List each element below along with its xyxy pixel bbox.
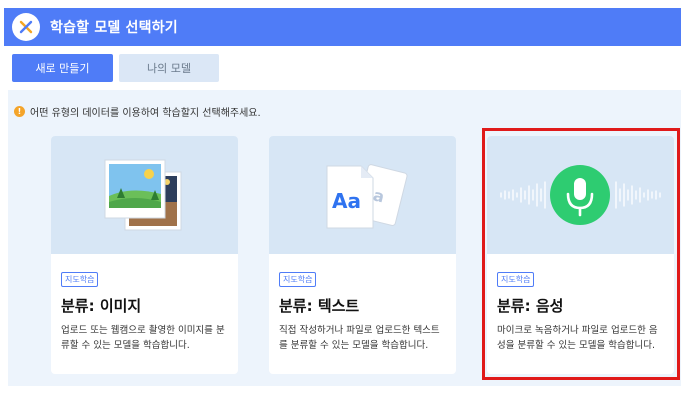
badge-supervised: 지도학습: [61, 272, 99, 287]
card-text-classification[interactable]: a Aa 지도학습 분류: 텍스트 직접 작성하거나 파일로 업로드한 텍스트를…: [269, 136, 456, 374]
card-title: 분류: 이미지: [61, 297, 142, 315]
card-text-illustration: a Aa: [269, 136, 456, 254]
card-audio-illustration: [487, 136, 674, 254]
text-icon-label: Aa: [332, 189, 361, 213]
image-photos-icon: [104, 159, 182, 231]
text-document-icon: a Aa: [326, 164, 408, 229]
header-bar: 학습할 모델 선택하기: [4, 8, 681, 46]
tab-bar: 새로 만들기 나의 모델: [12, 54, 219, 82]
card-description: 업로드 또는 웹캠으로 촬영한 이미지를 분류할 수 있는 모델을 학습합니다.: [61, 325, 225, 351]
badge-supervised: 지도학습: [497, 272, 535, 287]
card-title: 분류: 텍스트: [279, 297, 360, 315]
badge-supervised: 지도학습: [279, 272, 317, 287]
card-title: 분류: 음성: [497, 297, 564, 315]
card-image-classification[interactable]: 지도학습 분류: 이미지 업로드 또는 웹캠으로 촬영한 이미지를 분류할 수 …: [51, 136, 238, 374]
card-image-illustration: [51, 136, 238, 254]
tab-new-model[interactable]: 새로 만들기: [12, 54, 113, 82]
microphone-icon: [500, 165, 661, 225]
card-description: 직접 작성하거나 파일로 업로드한 텍스트를 분류할 수 있는 모델을 학습합니…: [279, 325, 440, 351]
close-icon: [19, 20, 33, 34]
page-title: 학습할 모델 선택하기: [50, 20, 178, 36]
card-audio-classification[interactable]: 지도학습 분류: 음성 마이크로 녹음하거나 파일로 업로드한 음성을 분류할 …: [487, 136, 674, 374]
notice-text: 어떤 유형의 데이터를 이용하여 학습할지 선택해주세요.: [30, 108, 261, 119]
tab-my-models[interactable]: 나의 모델: [119, 54, 219, 82]
card-description: 마이크로 녹음하거나 파일로 업로드한 음성을 분류할 수 있는 모델을 학습합…: [497, 325, 658, 351]
close-button[interactable]: [12, 13, 40, 41]
model-type-panel: ! 어떤 유형의 데이터를 이용하여 학습할지 선택해주세요. 지도학습 분류:…: [8, 90, 681, 386]
notice: ! 어떤 유형의 데이터를 이용하여 학습할지 선택해주세요.: [14, 104, 261, 119]
warning-icon: !: [14, 106, 25, 117]
